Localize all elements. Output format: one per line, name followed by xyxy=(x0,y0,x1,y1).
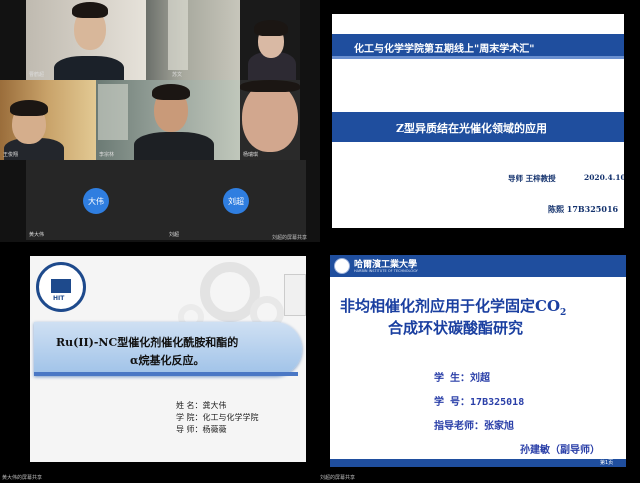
video-grid: 曹鹤超 苏文 王俊翔 李宗林 杨瑞琪 大伟 黄大伟 刘超 刘超 刘超的屏幕共享 xyxy=(0,0,320,242)
slide-title-line-2: α烷基化反应。 xyxy=(130,354,205,367)
video-tile[interactable]: 曹鹤超 xyxy=(26,0,146,80)
video-tile[interactable]: 大伟 黄大伟 xyxy=(26,160,166,240)
info-row: 姓 名：龚大伟 xyxy=(176,400,227,411)
title-text: 非均相催化剂应用于化学固定CO xyxy=(340,297,561,315)
avatar: 刘超 xyxy=(223,188,249,214)
participant-name: 刘超 xyxy=(169,232,180,238)
slide-topic: Z型异质结在光催化领域的应用 xyxy=(396,122,548,135)
info-value: 刘超 xyxy=(470,373,491,384)
person-body xyxy=(54,56,124,80)
university-english-name: HARBIN INSTITUTE OF TECHNOLOGY xyxy=(354,269,418,273)
slide-title-line-1: 非均相催化剂应用于化学固定CO2 xyxy=(340,295,566,318)
person-body xyxy=(134,132,214,160)
info-value: 17B325018 xyxy=(470,397,525,408)
university-emblem xyxy=(334,258,350,274)
video-tile[interactable]: 李宗林 xyxy=(96,80,240,160)
info-label: 学 院： xyxy=(176,413,203,422)
person-hair xyxy=(240,80,300,92)
window-frame xyxy=(168,0,188,70)
slide-header-title: 化工与化学学院第五期线上"周末学术汇" xyxy=(354,44,535,55)
person-hair xyxy=(10,100,48,116)
background-window xyxy=(146,0,240,80)
slide-title-line-2: 合成环状碳酸酯研究 xyxy=(388,319,524,337)
info-row: 学 院：化工与化学学院 xyxy=(176,412,259,423)
video-tile[interactable]: 杨瑞琪 xyxy=(240,80,300,160)
participant-name: 杨瑞琪 xyxy=(243,152,259,158)
logo-building xyxy=(51,279,71,293)
person-hair xyxy=(254,20,288,36)
title-band-accent xyxy=(34,372,298,376)
shared-slide-2: HIT Ru(II)-NC型催化剂催化酰胺和酯的 α烷基化反应。 姓 名：龚大伟… xyxy=(30,256,306,462)
participant-name: 王俊翔 xyxy=(3,152,19,158)
participant-name: 黄大伟 xyxy=(29,232,45,238)
banner-accent xyxy=(332,56,624,59)
slide-advisor: 导师 王梓教授 xyxy=(508,174,556,183)
info-value: 杨薇薇 xyxy=(202,425,227,434)
participant-name: 李宗林 xyxy=(99,152,115,158)
info-value: 化工与化学学院 xyxy=(202,413,259,422)
screen-share-label: 刘超的屏幕共享 xyxy=(320,475,356,481)
co-advisor-line: 孙建敏（副导师） xyxy=(520,445,600,456)
page-number: 第1页 xyxy=(600,460,614,466)
person-hair xyxy=(72,2,108,18)
info-label: 指导老师： xyxy=(434,421,484,432)
slide-presenter: 陈熙 17B325016 xyxy=(548,204,619,214)
video-tile[interactable]: 苏文 xyxy=(146,0,240,80)
info-value: 张家旭 xyxy=(484,421,514,432)
participant-name: 曹鹤超 xyxy=(29,72,45,78)
video-tile[interactable] xyxy=(240,0,300,80)
person-face xyxy=(242,82,298,152)
slide-date: 2020.4.10 xyxy=(584,173,624,182)
info-label: 学 号： xyxy=(434,397,471,408)
window-frame xyxy=(98,84,128,140)
person-hair xyxy=(152,84,190,100)
slide-mini-window xyxy=(284,274,306,316)
footer-bar xyxy=(330,459,626,467)
info-row: 指导老师：张家旭 xyxy=(434,417,514,432)
info-row: 学 生：刘超 xyxy=(434,369,490,384)
participant-name: 苏文 xyxy=(172,72,183,78)
slide-title-line-1: Ru(II)-NC型催化剂催化酰胺和酯的 xyxy=(56,336,239,349)
info-value: 龚大伟 xyxy=(202,401,227,410)
screen-share-label: 黄大伟的屏幕共享 xyxy=(2,475,43,481)
logo-text: HIT xyxy=(53,295,65,302)
title-subscript: 2 xyxy=(560,308,567,318)
video-tile[interactable]: 刘超 刘超 xyxy=(166,160,306,240)
screen-share-label: 刘超的屏幕共享 xyxy=(272,235,308,241)
info-row: 学 号：17B325018 xyxy=(434,393,524,408)
shared-slide-3: 哈爾濱工業大學 HARBIN INSTITUTE OF TECHNOLOGY 非… xyxy=(330,255,626,467)
avatar: 大伟 xyxy=(83,188,109,214)
info-label: 导 师： xyxy=(176,425,203,434)
shared-slide-1: 化工与化学学院第五期线上"周末学术汇" Z型异质结在光催化领域的应用 导师 王梓… xyxy=(332,14,624,228)
video-tile[interactable]: 王俊翔 xyxy=(0,80,96,160)
info-row: 导 师：杨薇薇 xyxy=(176,424,227,435)
hit-logo: HIT xyxy=(36,262,86,312)
info-label: 学 生： xyxy=(434,373,471,384)
info-label: 姓 名： xyxy=(176,401,203,410)
